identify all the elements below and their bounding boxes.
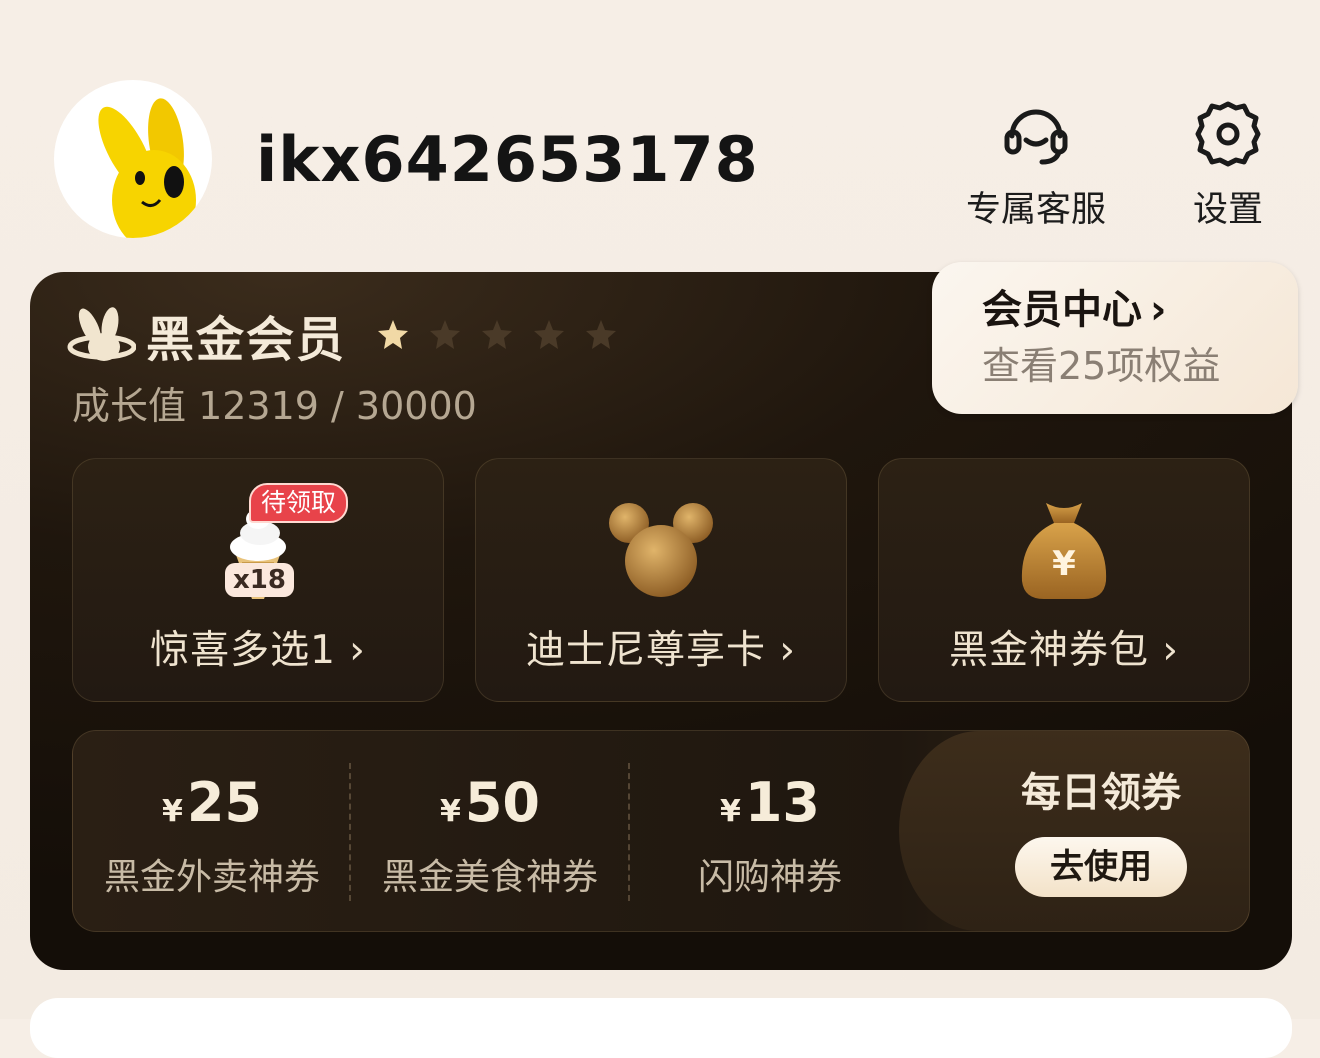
use-button[interactable]: 去使用	[1015, 837, 1187, 897]
benefit-coupon-pack[interactable]: ¥ 黑金神券包 ›	[878, 458, 1250, 702]
daily-coupon: 每日领券 去使用	[953, 731, 1249, 931]
settings-label: 设置	[1192, 190, 1263, 230]
benefit-disney-card[interactable]: 迪士尼尊享卡 ›	[475, 458, 847, 702]
money-bag-icon: ¥	[1021, 503, 1107, 599]
member-center-button[interactable]: 会员中心 › 查看25项权益	[932, 262, 1298, 414]
avatar[interactable]	[54, 80, 212, 238]
svg-text:¥: ¥	[1052, 544, 1076, 584]
headset-icon	[1004, 109, 1068, 165]
star-empty-icon	[482, 320, 513, 349]
gear-icon	[1195, 101, 1261, 167]
coupon-name: 黑金美食神券	[381, 857, 598, 898]
pending-badge: 待领取	[249, 483, 349, 523]
membership-card: 黑金会员 成长值 12319 / 30000 会员中心 › 查看25项权益 待领取…	[30, 262, 1298, 970]
mickey-icon	[609, 503, 713, 597]
coupon-amount: ¥13	[719, 771, 821, 834]
customer-service-button[interactable]: 专属客服	[956, 96, 1116, 234]
count-badge: x18	[225, 563, 294, 597]
coupon-name: 黑金外卖神券	[103, 857, 320, 898]
benefit-label: 黑金神券包 ›	[949, 628, 1179, 673]
mascot-icon	[98, 98, 196, 238]
member-center-subtitle: 查看25项权益	[982, 344, 1221, 388]
coupon-name: 闪购神券	[697, 857, 842, 898]
chevron-right-icon: ›	[1150, 287, 1167, 333]
tier-name: 黑金会员	[146, 312, 347, 368]
growth-value: 成长值 12319 / 30000	[72, 384, 477, 428]
coupon-delivery[interactable]: ¥25 黑金外卖神券	[73, 731, 351, 931]
benefit-surprise-pick[interactable]: 待领取 x18 惊喜多选1 ›	[72, 458, 444, 702]
tier-row: 黑金会员	[66, 300, 618, 370]
coupon-amount: ¥50	[439, 771, 541, 834]
coupon-flash[interactable]: ¥13 闪购神券	[631, 731, 909, 931]
star-empty-icon	[586, 320, 617, 349]
coupon-food[interactable]: ¥50 黑金美食神券	[351, 731, 629, 931]
daily-coupon-title: 每日领券	[1021, 770, 1181, 816]
settings-button[interactable]: 设置	[1148, 96, 1308, 234]
customer-service-label: 专属客服	[965, 190, 1106, 230]
username: ikx642653178	[256, 123, 759, 196]
benefit-label: 迪士尼尊享卡 ›	[526, 628, 796, 673]
divider	[628, 763, 630, 901]
star-filled-icon	[378, 320, 409, 349]
coupon-amount: ¥25	[161, 771, 263, 834]
tier-logo-icon	[67, 307, 136, 361]
coupon-strip: ¥25 黑金外卖神券 ¥50 黑金美食神券 ¥13 闪购神券 每日领券 去使用	[72, 730, 1250, 932]
star-empty-icon	[430, 320, 461, 349]
benefit-label: 惊喜多选1 ›	[150, 628, 366, 673]
member-center-title: 会员中心 ›	[982, 284, 1166, 336]
star-empty-icon	[534, 320, 565, 349]
next-card	[30, 998, 1292, 1058]
star-rating	[376, 318, 618, 352]
